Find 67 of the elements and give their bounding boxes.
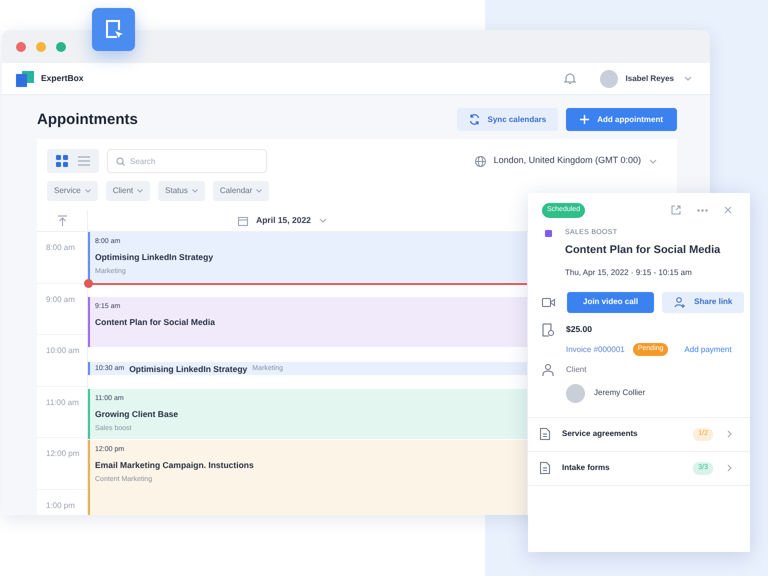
filter-dropdown[interactable]: Service: [47, 181, 98, 201]
event-title: Content Plan for Social Media: [95, 316, 215, 328]
external-link-icon[interactable]: [671, 205, 681, 216]
plus-icon: [580, 115, 590, 124]
time-label: 12:00 pm: [46, 449, 80, 458]
chevron-down-icon[interactable]: [318, 218, 327, 223]
close-dot[interactable]: [16, 42, 26, 52]
chevron-down-icon[interactable]: [649, 158, 657, 164]
document-icon: [540, 428, 550, 440]
logo-icon: [16, 70, 34, 86]
globe-icon: [474, 156, 486, 166]
client-name[interactable]: Jeremy Collier: [594, 387, 646, 400]
person-icon: [542, 364, 554, 376]
receipt-icon: [542, 322, 554, 336]
calendar-icon: [238, 216, 248, 226]
time-label: 9:00 am: [46, 294, 75, 304]
time-label: 1:00 pm: [46, 500, 75, 510]
event-title: Email Marketing Campaign. Instuctions: [95, 458, 254, 472]
event-title: Growing Client Base: [95, 408, 178, 420]
appointment-title: Content Plan for Social Media: [565, 243, 720, 258]
chevron-down-icon: [137, 189, 144, 193]
page-title: Appointments: [37, 110, 138, 128]
minimize-dot[interactable]: [36, 42, 46, 52]
search-field[interactable]: Search: [107, 149, 267, 173]
timezone-selector[interactable]: London, United Kingdom (GMT 0:00): [494, 154, 641, 168]
collapse-up-icon[interactable]: [58, 215, 66, 226]
event-title: Optimising LinkedIn Strategy: [129, 362, 248, 375]
list-view-icon[interactable]: [78, 155, 90, 167]
join-video-call-button[interactable]: Join video call: [567, 292, 654, 312]
price-text: $25.00: [566, 322, 593, 336]
client-label: Client: [566, 364, 588, 376]
time-label: 11:00 am: [46, 398, 79, 406]
sync-icon: [468, 114, 480, 125]
chevron-down-icon: [192, 189, 198, 193]
more-icon[interactable]: [697, 208, 708, 212]
filter-dropdown[interactable]: Calendar: [212, 181, 270, 201]
section-title: Intake forms: [562, 462, 611, 474]
sync-calendars-button[interactable]: Sync calendars: [456, 108, 558, 131]
appointment-time: Thu, Apr 15, 2022 · 9:15 - 10:15 am: [565, 266, 693, 278]
filter-dropdown[interactable]: Status: [158, 181, 205, 201]
event-title: Optimising LinkedIn Strategy: [95, 250, 214, 264]
chevron-right-icon: [727, 464, 732, 472]
date-selector[interactable]: April 15, 2022: [256, 214, 311, 227]
add-payment-link[interactable]: Add payment: [684, 344, 732, 356]
client-avatar: [566, 384, 585, 403]
brand-name: ExpertBox: [41, 72, 84, 85]
bell-icon[interactable]: [564, 72, 576, 85]
video-camera-icon: [542, 298, 555, 306]
chevron-down-icon: [84, 189, 91, 193]
maximize-dot[interactable]: [56, 42, 66, 52]
chevron-down-icon[interactable]: [684, 76, 692, 81]
section-title: Service agreements: [562, 428, 639, 440]
close-icon[interactable]: [724, 206, 732, 214]
user-name[interactable]: Isabel Reyes: [626, 72, 674, 84]
user-avatar[interactable]: [600, 70, 618, 88]
document-cursor-icon: [104, 18, 124, 40]
add-appointment-button[interactable]: Add appointment: [566, 108, 677, 131]
chevron-right-icon: [727, 430, 732, 438]
filter-dropdown[interactable]: Client: [106, 181, 150, 201]
chevron-down-icon: [256, 189, 262, 193]
invoice-link[interactable]: Invoice #000001: [566, 344, 625, 356]
share-link-button[interactable]: Share link: [662, 292, 744, 312]
grid-view-icon[interactable]: [56, 155, 68, 167]
time-label: 8:00 am: [46, 243, 75, 252]
document-icon: [540, 462, 550, 474]
time-label: 10:00 am: [46, 346, 80, 355]
add-person-icon: [674, 296, 686, 308]
